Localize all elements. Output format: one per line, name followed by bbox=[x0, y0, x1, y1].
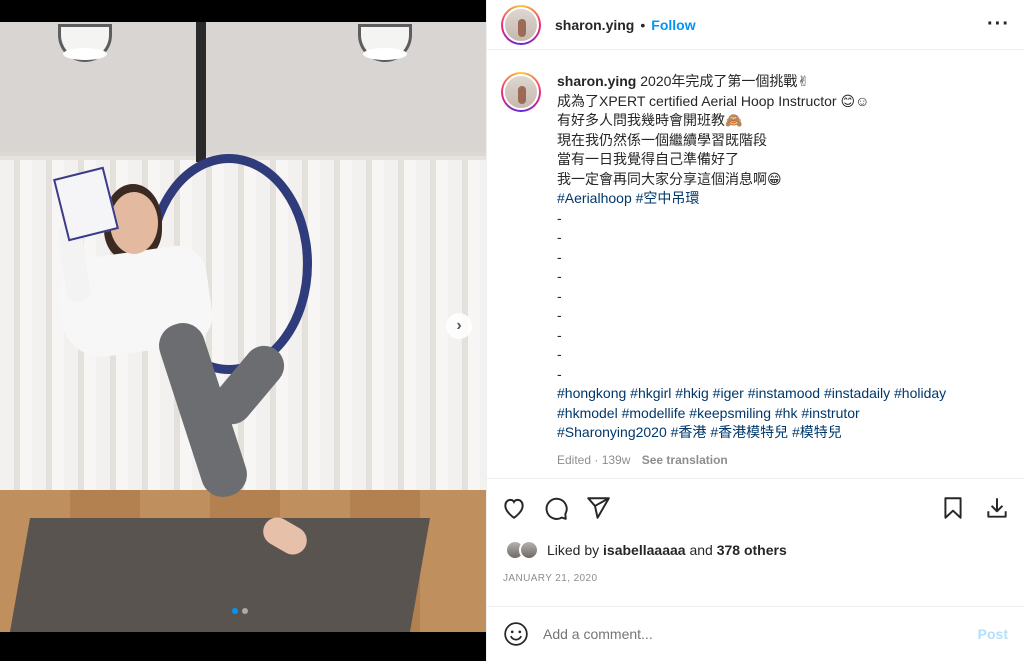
caption-hashtags[interactable]: #hkmodel #modellife #keepsmiling #hk #in… bbox=[557, 404, 946, 424]
post-media: › bbox=[0, 0, 486, 661]
carousel-next-button[interactable]: › bbox=[446, 313, 472, 339]
post-photo bbox=[0, 22, 486, 632]
carousel-dot bbox=[242, 608, 248, 614]
carousel-dot-active bbox=[232, 608, 238, 614]
caption-line: 現在我仍然係一個繼續學習既階段 bbox=[557, 131, 767, 148]
caption-username[interactable]: sharon.ying bbox=[557, 73, 636, 89]
caption-avatar[interactable] bbox=[501, 72, 541, 112]
comment-icon[interactable] bbox=[543, 495, 569, 521]
follow-button[interactable]: Follow bbox=[651, 17, 695, 33]
caption-dash: - bbox=[557, 307, 562, 323]
likes-others-link[interactable]: 378 others bbox=[717, 542, 787, 558]
caption-line: sharon.ying 2020年完成了第一個挑戰✌ bbox=[557, 72, 946, 92]
caption-dash: - bbox=[557, 346, 562, 362]
caption-line: 有好多人問我幾時會開班教🙈 bbox=[557, 112, 743, 128]
comment-input[interactable] bbox=[543, 626, 978, 642]
photo-lamp-right bbox=[358, 24, 412, 62]
author-username[interactable]: sharon.ying bbox=[555, 17, 634, 33]
caption-line: 成為了XPERT certified Aerial Hoop Instructo… bbox=[557, 92, 870, 109]
likes-prefix: Liked by bbox=[547, 542, 600, 558]
see-translation-link[interactable]: See translation bbox=[642, 453, 728, 467]
post-header: sharon.ying • Follow ··· bbox=[487, 0, 1024, 50]
caption-dash: - bbox=[557, 287, 562, 304]
liker-username[interactable]: isabellaaaaa bbox=[603, 542, 686, 558]
edited-timestamp: Edited · 139w bbox=[557, 452, 631, 467]
caption-hashtags[interactable]: #hongkong #hkgirl #hkig #iger #instamood… bbox=[557, 384, 946, 404]
more-options-icon[interactable]: ··· bbox=[987, 13, 1010, 36]
caption-hashtags[interactable]: #Sharonying2020 #香港 #香港模特兒 #模特兒 bbox=[557, 423, 946, 443]
author-avatar[interactable] bbox=[501, 4, 541, 45]
liker-avatar[interactable] bbox=[519, 540, 539, 560]
download-icon[interactable] bbox=[984, 495, 1010, 521]
post-caption: sharon.ying 2020年完成了第一個挑戰✌ 成為了XPERT cert… bbox=[501, 72, 1010, 470]
post-side-panel: sharon.ying • Follow ··· sharon.ying 202… bbox=[486, 0, 1024, 661]
caption-dash: - bbox=[557, 229, 562, 245]
caption-dash: - bbox=[557, 248, 562, 265]
carousel-dots bbox=[232, 608, 248, 614]
caption-dash: - bbox=[557, 209, 562, 226]
likes-text: Liked by isabellaaaaa and 378 others bbox=[547, 542, 787, 558]
caption-dash: - bbox=[557, 326, 562, 343]
caption-hashtags[interactable]: #Aerialhoop #空中吊環 bbox=[557, 189, 946, 209]
heart-icon[interactable] bbox=[501, 495, 527, 521]
caption-dash: - bbox=[557, 365, 562, 382]
caption-line: 我一定會再同大家分享這個消息啊😁 bbox=[557, 170, 782, 187]
photo-lamp-left bbox=[58, 24, 112, 62]
header-separator: • bbox=[640, 16, 646, 33]
caption-body: sharon.ying 2020年完成了第一個挑戰✌ 成為了XPERT cert… bbox=[557, 72, 946, 470]
post-date: JANUARY 21, 2020 bbox=[503, 573, 598, 584]
caption-text: 2020年完成了第一個挑戰✌ bbox=[640, 73, 810, 89]
photo-rope bbox=[196, 22, 206, 162]
likes-summary: Liked by isabellaaaaa and 378 others bbox=[505, 540, 787, 560]
right-actions bbox=[940, 495, 1010, 521]
caption-line: 當有一日我覺得自己準備好了 bbox=[557, 151, 739, 167]
post-comment-button[interactable]: Post bbox=[978, 626, 1008, 642]
likes-and: and bbox=[689, 542, 713, 558]
emoji-icon[interactable] bbox=[503, 621, 529, 647]
share-icon[interactable] bbox=[585, 495, 611, 521]
caption-meta: Edited · 139w See translation bbox=[557, 451, 946, 471]
bookmark-icon[interactable] bbox=[940, 495, 966, 521]
caption-dash: - bbox=[557, 268, 562, 284]
photo-mat bbox=[9, 518, 431, 632]
post-actions bbox=[487, 478, 1024, 536]
comment-bar: Post bbox=[487, 606, 1024, 661]
